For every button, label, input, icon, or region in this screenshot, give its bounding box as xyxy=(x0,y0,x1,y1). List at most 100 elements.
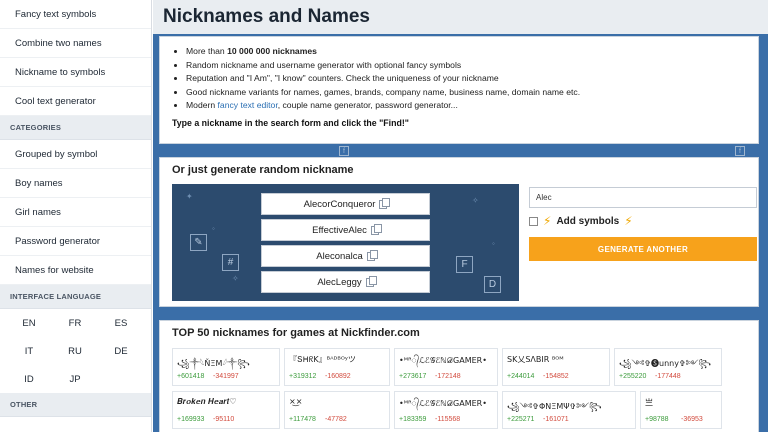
sidebar-item-names-for-website[interactable]: Names for website xyxy=(0,256,151,285)
copy-icon[interactable] xyxy=(365,275,377,287)
page-title: Nicknames and Names xyxy=(163,6,370,27)
sidebar-heading-other: OTHER xyxy=(0,393,151,417)
sidebar-heading-interface-language: INTERFACE LANGUAGE xyxy=(0,285,151,309)
intro-panel: More than 10 000 000 nicknames Random ni… xyxy=(159,36,759,144)
nickname-text: 亗 xyxy=(645,398,653,407)
generated-nickname[interactable]: Aleconalca xyxy=(261,245,430,267)
decor-dot: ✧ xyxy=(232,274,239,283)
downvote-count[interactable]: -177448 xyxy=(655,373,681,380)
add-symbols-label: Add symbols xyxy=(556,215,620,227)
downvote-count[interactable]: -160892 xyxy=(325,373,351,380)
nickname-card[interactable]: ꧁⁣༒𓆩ŇΞΜ𓆪༒꧂ +601418 -341997 xyxy=(172,348,280,386)
downvote-count[interactable]: -341997 xyxy=(213,373,239,380)
feature-item: Random nickname and username generator w… xyxy=(186,59,746,73)
sidebar-heading-categories: CATEGORIES xyxy=(0,116,151,140)
decor-tile-icon: ✎ xyxy=(190,234,207,251)
sidebar-item-fancy-text-symbols[interactable]: Fancy text symbols xyxy=(0,0,151,29)
upvote-count[interactable]: +601418 xyxy=(177,373,204,380)
sidebar-item-password-generator[interactable]: Password generator xyxy=(0,227,151,256)
upvote-count[interactable]: +98788 xyxy=(645,416,669,423)
fancy-text-editor-link[interactable]: fancy text editor xyxy=(218,100,278,110)
nickname-text: EffectiveAlec xyxy=(312,224,367,236)
language-link-jp[interactable]: JP xyxy=(52,365,98,393)
downvote-count[interactable]: -95110 xyxy=(213,416,234,423)
copy-icon[interactable] xyxy=(366,249,378,261)
sidebar-item-nickname-to-symbols[interactable]: Nickname to symbols xyxy=(0,58,151,87)
nickname-text: AlecorConqueror xyxy=(303,198,376,210)
sidebar: Fancy text symbols Combine two names Nic… xyxy=(0,0,152,432)
random-generator-panel: Or just generate random nickname ✦ ◦ ✧ ◦… xyxy=(159,157,759,307)
add-symbols-row: ⚡ Add symbols ⚡ xyxy=(529,214,633,228)
feature-highlight: 10 000 000 nicknames xyxy=(227,46,317,56)
nickname-card[interactable]: •ᴹᴿ᭄ℒℰ𝒢ℰℕ𝒟GAMER• +183359 -115568 xyxy=(394,391,498,429)
sidebar-item-grouped-by-symbol[interactable]: Grouped by symbol xyxy=(0,140,151,169)
downvote-count[interactable]: -36953 xyxy=(681,416,703,423)
downvote-count[interactable]: -172148 xyxy=(435,373,461,380)
language-link-ru[interactable]: RU xyxy=(52,337,98,365)
nickname-card[interactable]: ×͜× +117478 -47782 xyxy=(284,391,390,429)
lightning-icon: ⚡ xyxy=(624,214,633,228)
nickname-card[interactable]: ꧁༺✞ΦΝΞΜΨ✞༻꧂ +225271 -161071 xyxy=(502,391,636,429)
search-instruction: Type a nickname in the search form and c… xyxy=(172,117,409,128)
language-grid: EN FR ES IT RU DE ID JP xyxy=(0,309,151,393)
generated-nickname[interactable]: EffectiveAlec xyxy=(261,219,430,241)
downvote-count[interactable]: -161071 xyxy=(543,416,569,423)
sidebar-item-cool-text-generator[interactable]: Cool text generator xyxy=(0,87,151,116)
upvote-count[interactable]: +319312 xyxy=(289,373,316,380)
sidebar-item-combine-two-names[interactable]: Combine two names xyxy=(0,29,151,58)
decor-tile-icon: D xyxy=(484,276,501,293)
generator-title: Or just generate random nickname xyxy=(172,164,354,176)
sidebar-item-girl-names[interactable]: Girl names xyxy=(0,198,151,227)
nickname-text: 𝑩𝒓𝒐𝒌𝒆𝒏 𝑯𝒆𝒂𝒓𝒕♡ xyxy=(177,397,237,406)
decor-dot: ✦ xyxy=(186,192,193,201)
feature-item: Good nickname variants for names, games,… xyxy=(186,86,746,100)
generated-nickname[interactable]: AlecorConqueror xyxy=(261,193,430,215)
language-link-fr[interactable]: FR xyxy=(52,309,98,337)
nickname-text: Aleconalca xyxy=(316,250,363,262)
nickname-card[interactable]: SK乂SΛBIR ᴮᴼᴹ +244014 -154852 xyxy=(502,348,610,386)
decor-dot: ◦ xyxy=(492,239,495,248)
language-link-de[interactable]: DE xyxy=(98,337,144,365)
copy-icon[interactable] xyxy=(379,197,391,209)
add-symbols-checkbox[interactable] xyxy=(529,216,538,226)
nickname-text: 『ՏᕼᖇK』ᴮᴬᴰᴮᴼʸツ xyxy=(289,355,356,364)
feature-item: More than 10 000 000 nicknames xyxy=(186,45,746,59)
lightning-icon: ⚡ xyxy=(543,214,552,228)
generated-nickname[interactable]: AlecLeggy xyxy=(261,271,430,293)
nickname-card[interactable]: 亗 +98788 -36953 xyxy=(640,391,722,429)
upvote-count[interactable]: +244014 xyxy=(507,373,534,380)
facebook-icon[interactable]: f xyxy=(339,146,349,156)
nickname-text: SK乂SΛBIR ᴮᴼᴹ xyxy=(507,355,564,364)
nickname-text: •ᴹᴿ᭄ℒℰ𝒢ℰℕ𝒟GAMER• xyxy=(399,356,487,365)
sidebar-item-boy-names[interactable]: Boy names xyxy=(0,169,151,198)
nickname-card[interactable]: •ᴹᴿ᭄ℒℰ𝒢ℰℕ𝒟GAMER• +273617 -172148 xyxy=(394,348,498,386)
facebook-icon[interactable]: f xyxy=(735,146,745,156)
nickname-seed-input[interactable] xyxy=(529,187,757,208)
upvote-count[interactable]: +273617 xyxy=(399,373,426,380)
upvote-count[interactable]: +225271 xyxy=(507,416,534,423)
language-link-it[interactable]: IT xyxy=(6,337,52,365)
nickname-card[interactable]: ꧁༺✞🅢unny✞༻꧂ +255220 -177448 xyxy=(614,348,722,386)
copy-icon[interactable] xyxy=(370,223,382,235)
feature-text: Modern xyxy=(186,100,218,110)
decor-dot: ✧ xyxy=(472,196,479,205)
generate-another-button[interactable]: GENERATE ANOTHER xyxy=(529,237,757,261)
language-link-en[interactable]: EN xyxy=(6,309,52,337)
language-link-id[interactable]: ID xyxy=(6,365,52,393)
downvote-count[interactable]: -47782 xyxy=(325,416,347,423)
feature-list: More than 10 000 000 nicknames Random ni… xyxy=(172,45,746,113)
upvote-count[interactable]: +255220 xyxy=(619,373,646,380)
upvote-count[interactable]: +183359 xyxy=(399,416,426,423)
downvote-count[interactable]: -154852 xyxy=(543,373,569,380)
language-link-es[interactable]: ES xyxy=(98,309,144,337)
upvote-count[interactable]: +169933 xyxy=(177,416,204,423)
nickname-card[interactable]: 『ՏᕼᖇK』ᴮᴬᴰᴮᴼʸツ +319312 -160892 xyxy=(284,348,390,386)
decor-tile-icon: F xyxy=(456,256,473,273)
upvote-count[interactable]: +117478 xyxy=(289,416,316,423)
decor-dot: ◦ xyxy=(212,224,215,233)
downvote-count[interactable]: -115568 xyxy=(435,416,460,423)
feature-item: Modern fancy text editor, couple name ge… xyxy=(186,99,746,113)
decor-tile-icon: # xyxy=(222,254,239,271)
feature-text: , couple name generator, password genera… xyxy=(277,100,458,110)
nickname-card[interactable]: 𝑩𝒓𝒐𝒌𝒆𝒏 𝑯𝒆𝒂𝒓𝒕♡ +169933 -95110 xyxy=(172,391,280,429)
